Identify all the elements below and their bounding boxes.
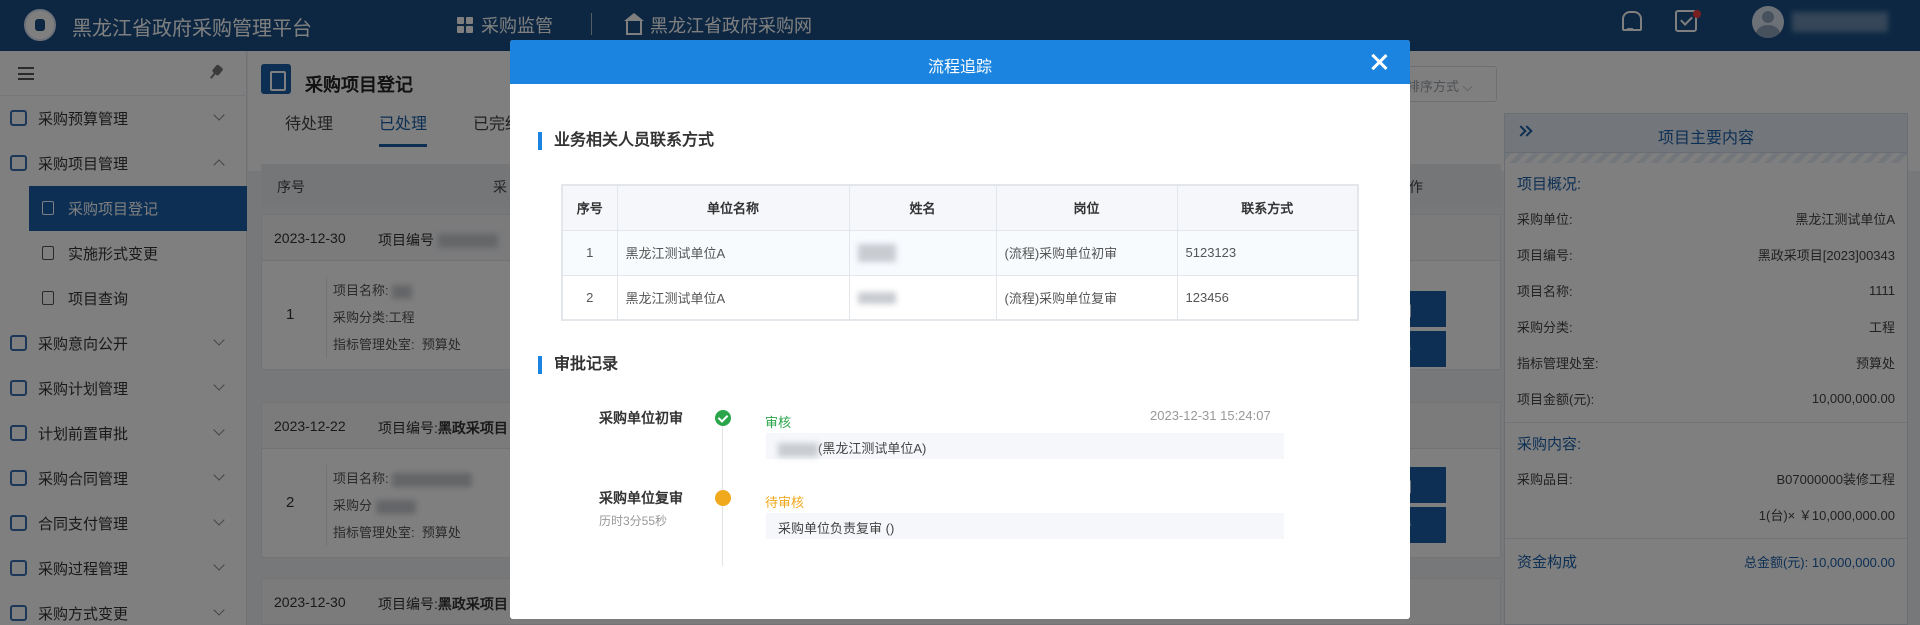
contacts-table: 序号 单位名称 姓名 岗位 联系方式 1 黑龙江测试单位A (流程)采购单位初审… (561, 184, 1359, 321)
cell-phone: 123456 (1176, 274, 1359, 321)
cell-no: 2 (561, 274, 618, 321)
cell-no: 1 (561, 229, 618, 276)
cell-post: (流程)采购单位复审 (995, 274, 1178, 321)
step-note-text: 采购单位负责复审 () (778, 521, 895, 536)
step-note: 采购单位负责复审 () (766, 513, 1284, 539)
cell-name (848, 229, 997, 276)
cell-name (848, 274, 997, 321)
timeline-line (722, 411, 723, 566)
step-name: 采购单位初审 (599, 410, 683, 426)
col-no: 序号 (561, 184, 618, 231)
check-circle-icon (715, 410, 731, 426)
redacted-value (857, 243, 896, 262)
cell-unit: 黑龙江测试单位A (616, 229, 850, 276)
cell-unit: 黑龙江测试单位A (616, 274, 850, 321)
col-unit: 单位名称 (616, 184, 850, 231)
col-name: 姓名 (848, 184, 997, 231)
pending-circle-icon (715, 490, 731, 506)
dialog-title: 流程追踪 (927, 59, 992, 76)
cell-phone: 5123123 (1176, 229, 1359, 276)
col-phone: 联系方式 (1176, 184, 1359, 231)
dialog-header: 流程追踪 (510, 40, 1410, 84)
table-header-row: 序号 单位名称 姓名 岗位 联系方式 (561, 184, 1359, 231)
step-status-pending: 待审核 (765, 495, 805, 510)
redacted-value (857, 292, 896, 305)
step-name: 采购单位复审 (599, 490, 683, 506)
step-time: 2023-12-31 15:24:07 (1150, 408, 1271, 423)
step-duration: 历时3分55秒 (599, 514, 668, 528)
step-note: (黑龙江测试单位A) (766, 433, 1284, 459)
redacted-value (778, 442, 818, 457)
col-post: 岗位 (995, 184, 1178, 231)
step-status-approved: 审核 (765, 415, 792, 430)
table-row: 2 黑龙江测试单位A (流程)采购单位复审 123456 (561, 274, 1359, 321)
table-row: 1 黑龙江测试单位A (流程)采购单位初审 5123123 (561, 229, 1359, 276)
process-tracking-dialog: 流程追踪 业务相关人员联系方式 序号 单位名称 姓名 岗位 联系方式 1 黑龙江… (510, 40, 1410, 619)
approval-section-title: 审批记录 (538, 356, 618, 374)
step-note-text: (黑龙江测试单位A) (818, 441, 927, 456)
cell-post: (流程)采购单位初审 (995, 229, 1178, 276)
close-icon[interactable] (1370, 53, 1388, 71)
contacts-section-title: 业务相关人员联系方式 (538, 132, 714, 150)
